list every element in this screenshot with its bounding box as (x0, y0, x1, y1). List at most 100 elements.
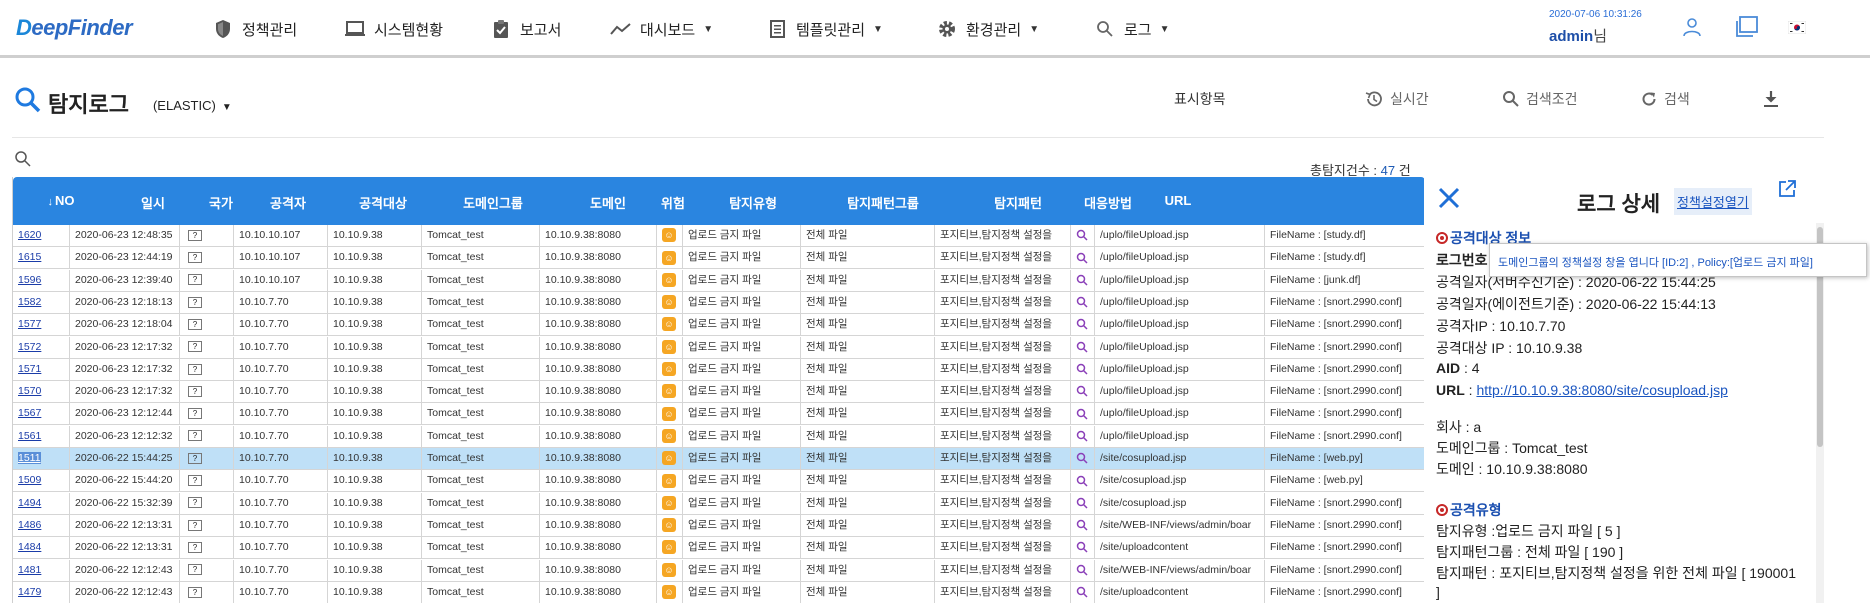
display-items-button[interactable]: 표시항목 (1174, 89, 1226, 109)
table-row[interactable]: 1509 2020-06-22 15:44:20? 10.10.7.70 10.10.… (13, 470, 1424, 493)
search-icon[interactable] (1076, 341, 1088, 353)
cell-risk: ☺ (657, 358, 683, 380)
log-number-link[interactable]: 1620 (18, 229, 41, 241)
log-number-link[interactable]: 1494 (18, 497, 41, 509)
column-header-date[interactable]: 일시 (113, 193, 193, 212)
log-number-link[interactable]: 1571 (18, 363, 41, 375)
cell-risk: ☺ (657, 559, 683, 581)
search-icon[interactable] (1076, 252, 1088, 264)
nav-policy-management[interactable]: 정책관리 (212, 16, 297, 42)
cell-no: 1567 (13, 403, 70, 425)
log-number-link[interactable]: 1577 (18, 318, 41, 330)
nav-template-management[interactable]: 템플릿관리 ▼ (766, 16, 883, 42)
search-icon[interactable] (1076, 586, 1088, 598)
log-number-link[interactable]: 1582 (18, 296, 41, 308)
column-header-risk[interactable]: 위험 (643, 193, 703, 212)
column-header-url[interactable]: URL (1153, 193, 1203, 208)
user-icon[interactable] (1679, 14, 1705, 40)
cell-attacker: 10.10.7.70 (234, 537, 328, 559)
log-number-link[interactable]: 1615 (18, 251, 41, 263)
table-row[interactable]: 1481 2020-06-22 12:12:43? 10.10.7.70 10.10.… (13, 559, 1424, 582)
column-header-no[interactable]: ↓ NO (31, 193, 91, 208)
download-button[interactable] (1762, 89, 1786, 109)
realtime-button[interactable]: 실시간 (1364, 89, 1429, 109)
column-header-pattern[interactable]: 탐지패턴 (973, 193, 1063, 212)
search-icon[interactable] (1076, 497, 1088, 509)
cell-pattern-group: 전체 파일 (801, 247, 935, 269)
log-number-link[interactable]: 1561 (18, 430, 41, 442)
column-header-domain-group[interactable]: 도메인그룹 (443, 193, 543, 212)
search-icon[interactable] (1076, 430, 1088, 442)
cell-detect-type: 업로드 금지 파일 (683, 559, 801, 581)
korean-flag-icon[interactable] (1784, 14, 1810, 40)
nav-label: 템플릿관리 (796, 21, 866, 39)
app-logo[interactable]: DeepFinder (16, 15, 133, 41)
cell-date: 2020-06-23 12:18:04 (70, 314, 180, 336)
log-number-link[interactable]: 1567 (18, 407, 41, 419)
search-icon[interactable] (1076, 541, 1088, 553)
column-header-response[interactable]: 대응방법 (1063, 193, 1153, 212)
unknown-flag-icon: ? (188, 229, 202, 241)
search-icon[interactable] (1076, 296, 1088, 308)
source-selector[interactable]: (ELASTIC) ▼ (153, 98, 232, 113)
log-number-link[interactable]: 1481 (18, 564, 41, 576)
table-row[interactable]: 1572 2020-06-23 12:17:32? 10.10.7.70 10.10.… (13, 336, 1424, 359)
log-number-link[interactable]: 1596 (18, 274, 41, 286)
cell-url: /site/uploadcontent (1095, 537, 1265, 559)
table-row[interactable]: 1479 2020-06-22 12:12:43? 10.10.7.70 10.10.… (13, 581, 1424, 603)
external-link-icon[interactable] (1777, 179, 1797, 204)
close-icon[interactable] (1436, 185, 1462, 216)
nav-system-status[interactable]: 시스템현황 (344, 16, 443, 42)
log-number-link[interactable]: 1509 (18, 474, 41, 486)
table-row[interactable]: 1570 2020-06-23 12:17:32? 10.10.7.70 10.10.… (13, 381, 1424, 404)
table-row[interactable]: 1486 2020-06-22 12:13:31? 10.10.7.70 10.10.… (13, 514, 1424, 537)
search-icon[interactable] (1076, 452, 1088, 464)
search-icon[interactable] (1076, 519, 1088, 531)
cell-response (1071, 247, 1095, 269)
table-row[interactable]: 1484 2020-06-22 12:13:31? 10.10.7.70 10.10.… (13, 537, 1424, 560)
search-conditions-button[interactable]: 검색조건 (1502, 89, 1578, 109)
column-header-pattern-group[interactable]: 탐지패턴그룹 (823, 193, 943, 212)
search-icon[interactable] (1076, 363, 1088, 375)
column-header-target[interactable]: 공격대상 (343, 193, 423, 212)
column-header-attacker[interactable]: 공격자 (253, 193, 323, 212)
log-number-link[interactable]: 1511 (18, 452, 41, 464)
table-row[interactable]: 1567 2020-06-23 12:12:44? 10.10.7.70 10.10.… (13, 403, 1424, 426)
cell-date: 2020-06-23 12:12:32 (70, 425, 180, 447)
table-row[interactable]: 1596 2020-06-23 12:39:40? 10.10.10.107 10.1… (13, 269, 1424, 292)
search-icon[interactable] (1076, 318, 1088, 330)
table-row[interactable]: 1615 2020-06-23 12:44:19? 10.10.10.107 10.1… (13, 247, 1424, 270)
table-row[interactable]: 1582 2020-06-23 12:18:13? 10.10.7.70 10.10.… (13, 291, 1424, 314)
search-icon[interactable] (14, 150, 32, 173)
table-row[interactable]: 1511 2020-06-22 15:44:25? 10.10.7.70 10.10.… (13, 448, 1424, 470)
table-row[interactable]: 1494 2020-06-22 15:32:39? 10.10.7.70 10.10.… (13, 492, 1424, 515)
nav-environment-management[interactable]: 환경관리 ▼ (936, 16, 1039, 42)
search-icon[interactable] (1076, 408, 1088, 420)
log-number-link[interactable]: 1570 (18, 385, 41, 397)
nav-reports[interactable]: 보고서 (490, 16, 561, 42)
log-number-link[interactable]: 1572 (18, 341, 41, 353)
column-header-detect-type[interactable]: 탐지유형 (703, 193, 803, 212)
cell-domain: 10.10.9.38:8080 (540, 514, 657, 536)
nav-logs[interactable]: 로그 ▼ (1094, 16, 1170, 42)
log-number-link[interactable]: 1484 (18, 541, 41, 553)
detail-scrollbar[interactable] (1816, 223, 1824, 603)
search-icon[interactable] (1076, 385, 1088, 397)
nav-dashboard[interactable]: 대시보드 ▼ (610, 16, 713, 42)
column-header-domain[interactable]: 도메인 (563, 193, 653, 212)
search-icon[interactable] (1076, 229, 1088, 241)
table-row[interactable]: 1577 2020-06-23 12:18:04? 10.10.7.70 10.10.… (13, 314, 1424, 337)
open-policy-settings-button[interactable]: 정책설정열기 (1674, 188, 1752, 215)
search-icon[interactable] (1076, 564, 1088, 576)
search-icon[interactable] (1076, 274, 1088, 286)
table-row[interactable]: 1571 2020-06-23 12:17:32? 10.10.7.70 10.10.… (13, 358, 1424, 381)
window-icon[interactable] (1734, 14, 1760, 40)
search-button[interactable]: 검색 (1640, 89, 1690, 109)
url-link[interactable]: http://10.10.9.38:8080/site/cosupload.js… (1476, 382, 1727, 398)
log-number-link[interactable]: 1479 (18, 586, 41, 598)
table-row[interactable]: 1620 2020-06-23 12:48:35? 10.10.10.107 10.1… (13, 225, 1424, 247)
column-header-country[interactable]: 국가 (191, 193, 251, 212)
table-row[interactable]: 1561 2020-06-23 12:12:32? 10.10.7.70 10.10.… (13, 425, 1424, 448)
search-icon[interactable] (1076, 475, 1088, 487)
log-number-link[interactable]: 1486 (18, 519, 41, 531)
